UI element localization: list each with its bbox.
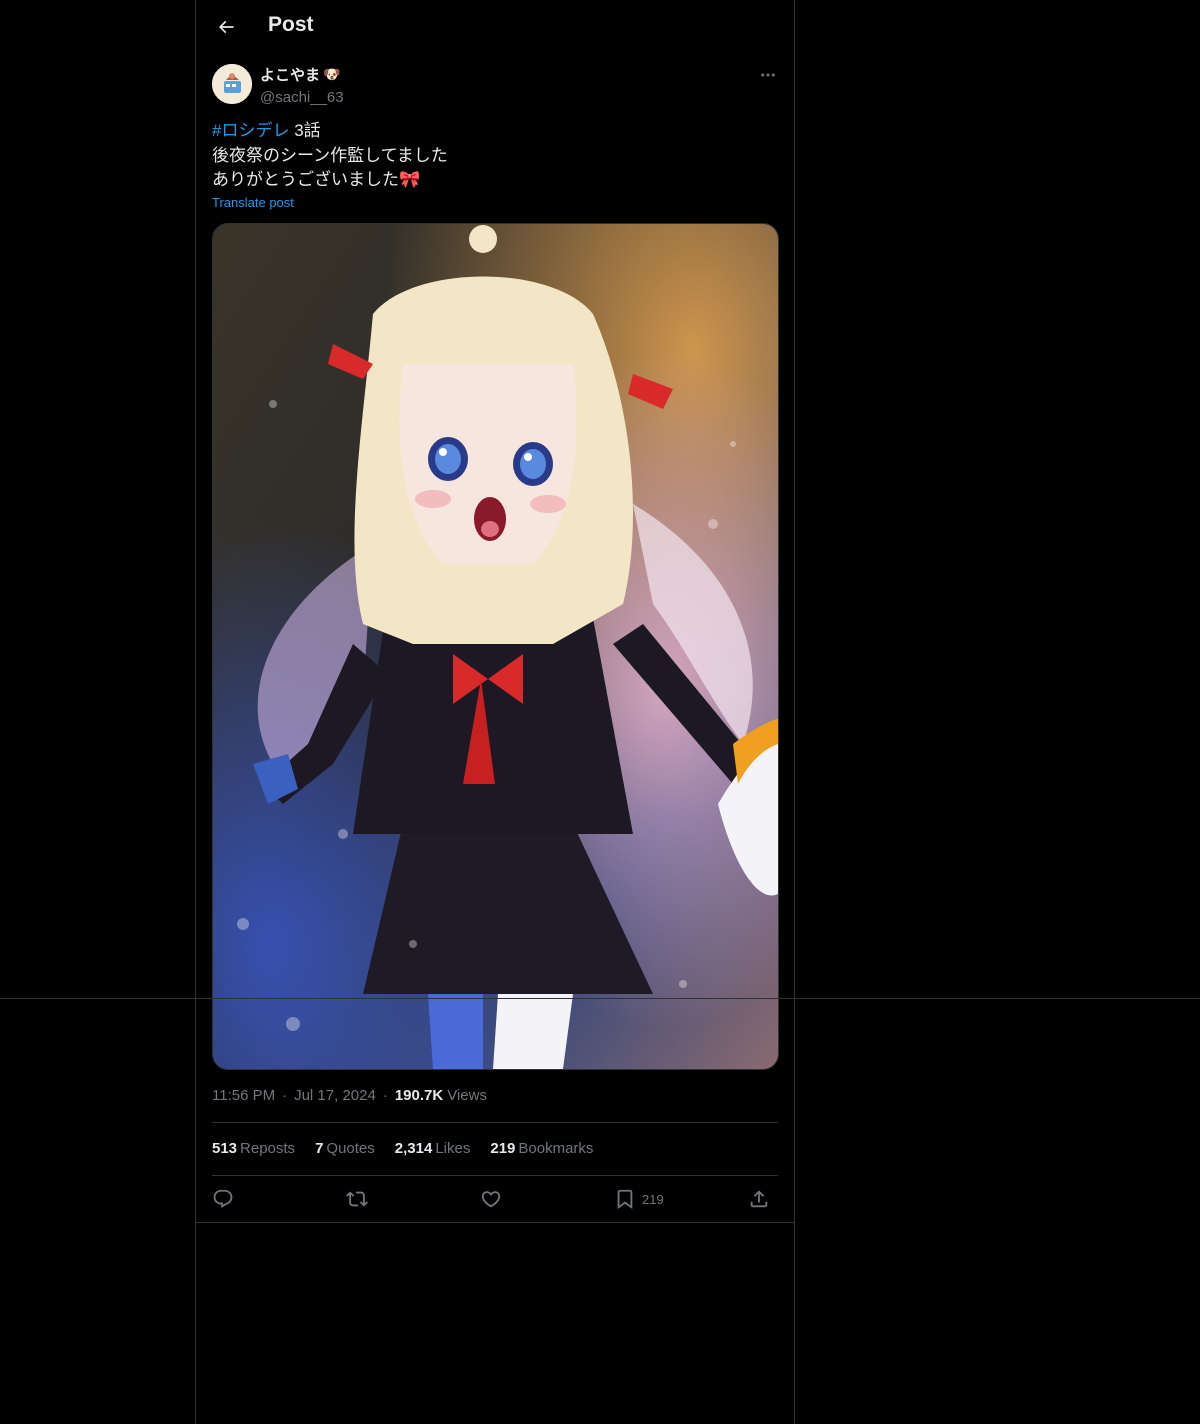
bookmarks-count: 219 [490, 1140, 516, 1157]
hashtag-link[interactable]: #ロシデレ [212, 121, 289, 140]
more-horizontal-icon [759, 66, 777, 84]
post-column: Post よこやま 🐶 @sachi__63 #ロシデレ 3話 後夜祭のシーン作… [195, 0, 795, 1424]
divider [212, 1175, 778, 1176]
repost-icon [346, 1188, 368, 1210]
reposts-stat[interactable]: 513 Reposts [212, 1140, 295, 1157]
post-line-2: 後夜祭のシーン作監してました [212, 145, 448, 165]
dog-emoji: 🐶 [323, 66, 341, 82]
display-name-text: よこやま [260, 67, 321, 84]
bookmark-button[interactable]: 219 [614, 1180, 664, 1218]
likes-count: 2,314 [394, 1140, 433, 1157]
reposts-count: 513 [212, 1140, 238, 1157]
action-bar: 219 [212, 1180, 778, 1218]
translate-post-link[interactable]: Translate post [212, 195, 294, 210]
back-button[interactable] [208, 9, 244, 45]
views-count: 190.7K [394, 1087, 444, 1104]
likes-label: Likes [435, 1140, 471, 1157]
reply-icon [212, 1188, 234, 1210]
ribbon-emoji: 🎀 [399, 170, 421, 189]
divider [212, 1122, 778, 1123]
heart-icon [480, 1188, 502, 1210]
quotes-stat[interactable]: 7 Quotes [315, 1140, 375, 1157]
bookmarks-label: Bookmarks [518, 1140, 594, 1157]
bookmarks-stat[interactable]: 219 Bookmarks [490, 1140, 593, 1157]
user-handle[interactable]: @sachi__63 [260, 89, 344, 106]
post-line-1: 3話 [289, 121, 321, 140]
arrow-left-icon [216, 17, 236, 37]
divider [0, 998, 1200, 999]
repost-button[interactable] [346, 1180, 368, 1218]
author-info: よこやま 🐶 @sachi__63 [260, 64, 344, 106]
post-image[interactable] [212, 223, 779, 1070]
avatar[interactable] [212, 64, 252, 104]
quotes-count: 7 [315, 1140, 324, 1157]
reposts-label: Reposts [240, 1140, 296, 1157]
like-button[interactable] [480, 1180, 502, 1218]
meta-separator: · [382, 1087, 388, 1104]
share-button[interactable] [748, 1180, 770, 1218]
page-title: Post [268, 13, 314, 36]
post-time[interactable]: 11:56 PM [212, 1087, 275, 1104]
meta-separator: · [282, 1087, 288, 1104]
quotes-label: Quotes [326, 1140, 375, 1157]
divider [196, 1222, 794, 1223]
share-icon [748, 1188, 770, 1210]
reply-button[interactable] [212, 1180, 234, 1218]
bookmark-count: 219 [642, 1191, 664, 1207]
header: Post [196, 0, 794, 54]
post-date[interactable]: Jul 17, 2024 [294, 1087, 376, 1104]
post-line-3: ありがとうございました [212, 170, 399, 189]
display-name[interactable]: よこやま 🐶 [260, 64, 344, 85]
more-options-button[interactable] [752, 62, 784, 88]
likes-stat[interactable]: 2,314 Likes [395, 1140, 471, 1157]
post-metadata: 11:56 PM · Jul 17, 2024 · 190.7K Views [212, 1087, 487, 1104]
bookmark-icon [614, 1188, 636, 1210]
views-label: Views [447, 1087, 487, 1104]
engagement-stats: 513 Reposts 7 Quotes 2,314 Likes 219 Bookmar… [212, 1140, 593, 1157]
post-text: #ロシデレ 3話 後夜祭のシーン作監してました ありがとうございました🎀 [212, 119, 778, 193]
